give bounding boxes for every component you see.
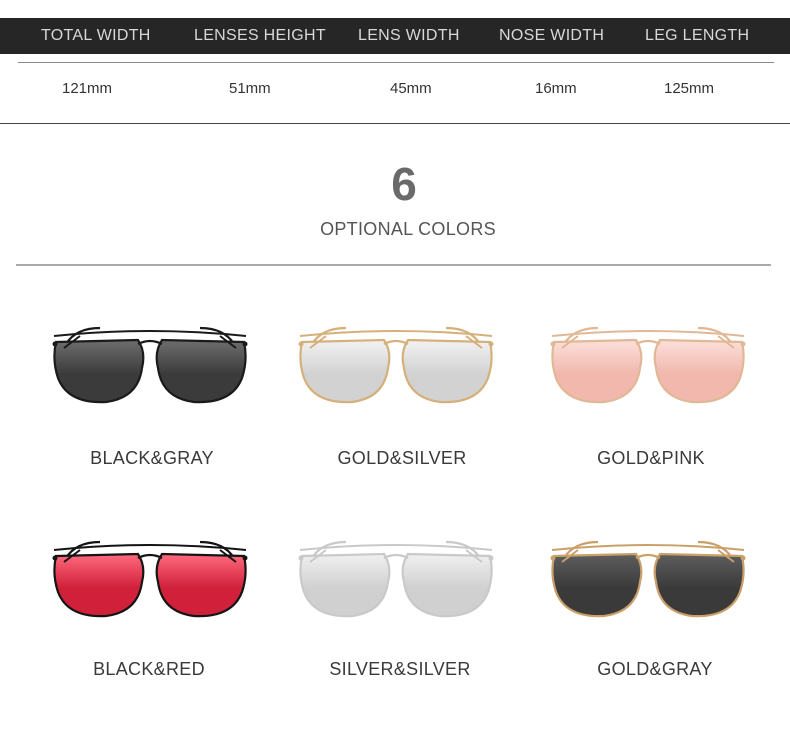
left-hinge	[52, 341, 58, 347]
spec-header-bar: TOTAL WIDTH LENSES HEIGHT LENS WIDTH NOS…	[0, 18, 790, 54]
right-lens	[155, 338, 247, 404]
right-lens	[401, 552, 493, 618]
color-label-gold-gray: GOLD&GRAY	[597, 659, 713, 679]
right-lens	[653, 552, 745, 618]
spec-value-nose-width: 16mm	[535, 80, 577, 97]
right-lens	[155, 552, 247, 618]
spec-value-leg-length: 125mm	[664, 80, 715, 97]
colors-divider	[16, 264, 771, 266]
left-lens	[53, 552, 145, 618]
spec-header-lens-width: LENS WIDTH	[358, 27, 460, 44]
left-lens	[551, 338, 643, 404]
left-lens	[299, 338, 391, 404]
spec-value-lens-width: 45mm	[390, 80, 432, 97]
spec-value-total-width: 121mm	[62, 80, 113, 97]
right-hinge	[242, 555, 248, 561]
colors-subtitle: OPTIONAL COLORS	[320, 219, 496, 239]
left-lens	[53, 338, 145, 404]
left-hinge	[550, 341, 556, 347]
sunglasses-gold-pink-image	[550, 326, 746, 404]
right-hinge	[488, 555, 494, 561]
right-lens	[653, 338, 745, 404]
bridge	[383, 553, 409, 559]
spec-divider	[18, 62, 774, 63]
bridge	[137, 553, 163, 559]
sunglasses-gold-silver-image	[298, 326, 494, 404]
left-lens	[299, 552, 391, 618]
color-label-gold-pink: GOLD&PINK	[597, 448, 705, 468]
spec-header-lenses-height: LENSES HEIGHT	[194, 27, 326, 44]
right-hinge	[488, 341, 494, 347]
sunglasses-silver-silver-image	[298, 540, 494, 618]
bridge	[137, 339, 163, 345]
color-label-gold-silver: GOLD&SILVER	[337, 448, 467, 468]
section-divider	[0, 123, 790, 124]
spec-header-total-width: TOTAL WIDTH	[41, 27, 151, 44]
color-label-black-red: BLACK&RED	[93, 659, 205, 679]
left-hinge	[298, 555, 304, 561]
spec-header-nose-width: NOSE WIDTH	[499, 27, 605, 44]
sunglasses-black-red-image	[52, 540, 248, 618]
spec-header-leg-length: LEG LENGTH	[645, 27, 750, 44]
sunglasses-black-gray-image	[52, 326, 248, 404]
bridge	[635, 339, 661, 345]
left-hinge	[52, 555, 58, 561]
color-label-silver-silver: SILVER&SILVER	[329, 659, 471, 679]
right-hinge	[740, 341, 746, 347]
spec-value-lenses-height: 51mm	[229, 80, 271, 97]
left-hinge	[298, 341, 304, 347]
bridge	[635, 553, 661, 559]
right-lens	[401, 338, 493, 404]
right-hinge	[242, 341, 248, 347]
left-lens	[551, 552, 643, 618]
color-count: 6	[391, 158, 417, 210]
color-label-black-gray: BLACK&GRAY	[90, 448, 214, 468]
left-hinge	[550, 555, 556, 561]
sunglasses-gold-gray-image	[550, 540, 746, 618]
right-hinge	[740, 555, 746, 561]
bridge	[383, 339, 409, 345]
